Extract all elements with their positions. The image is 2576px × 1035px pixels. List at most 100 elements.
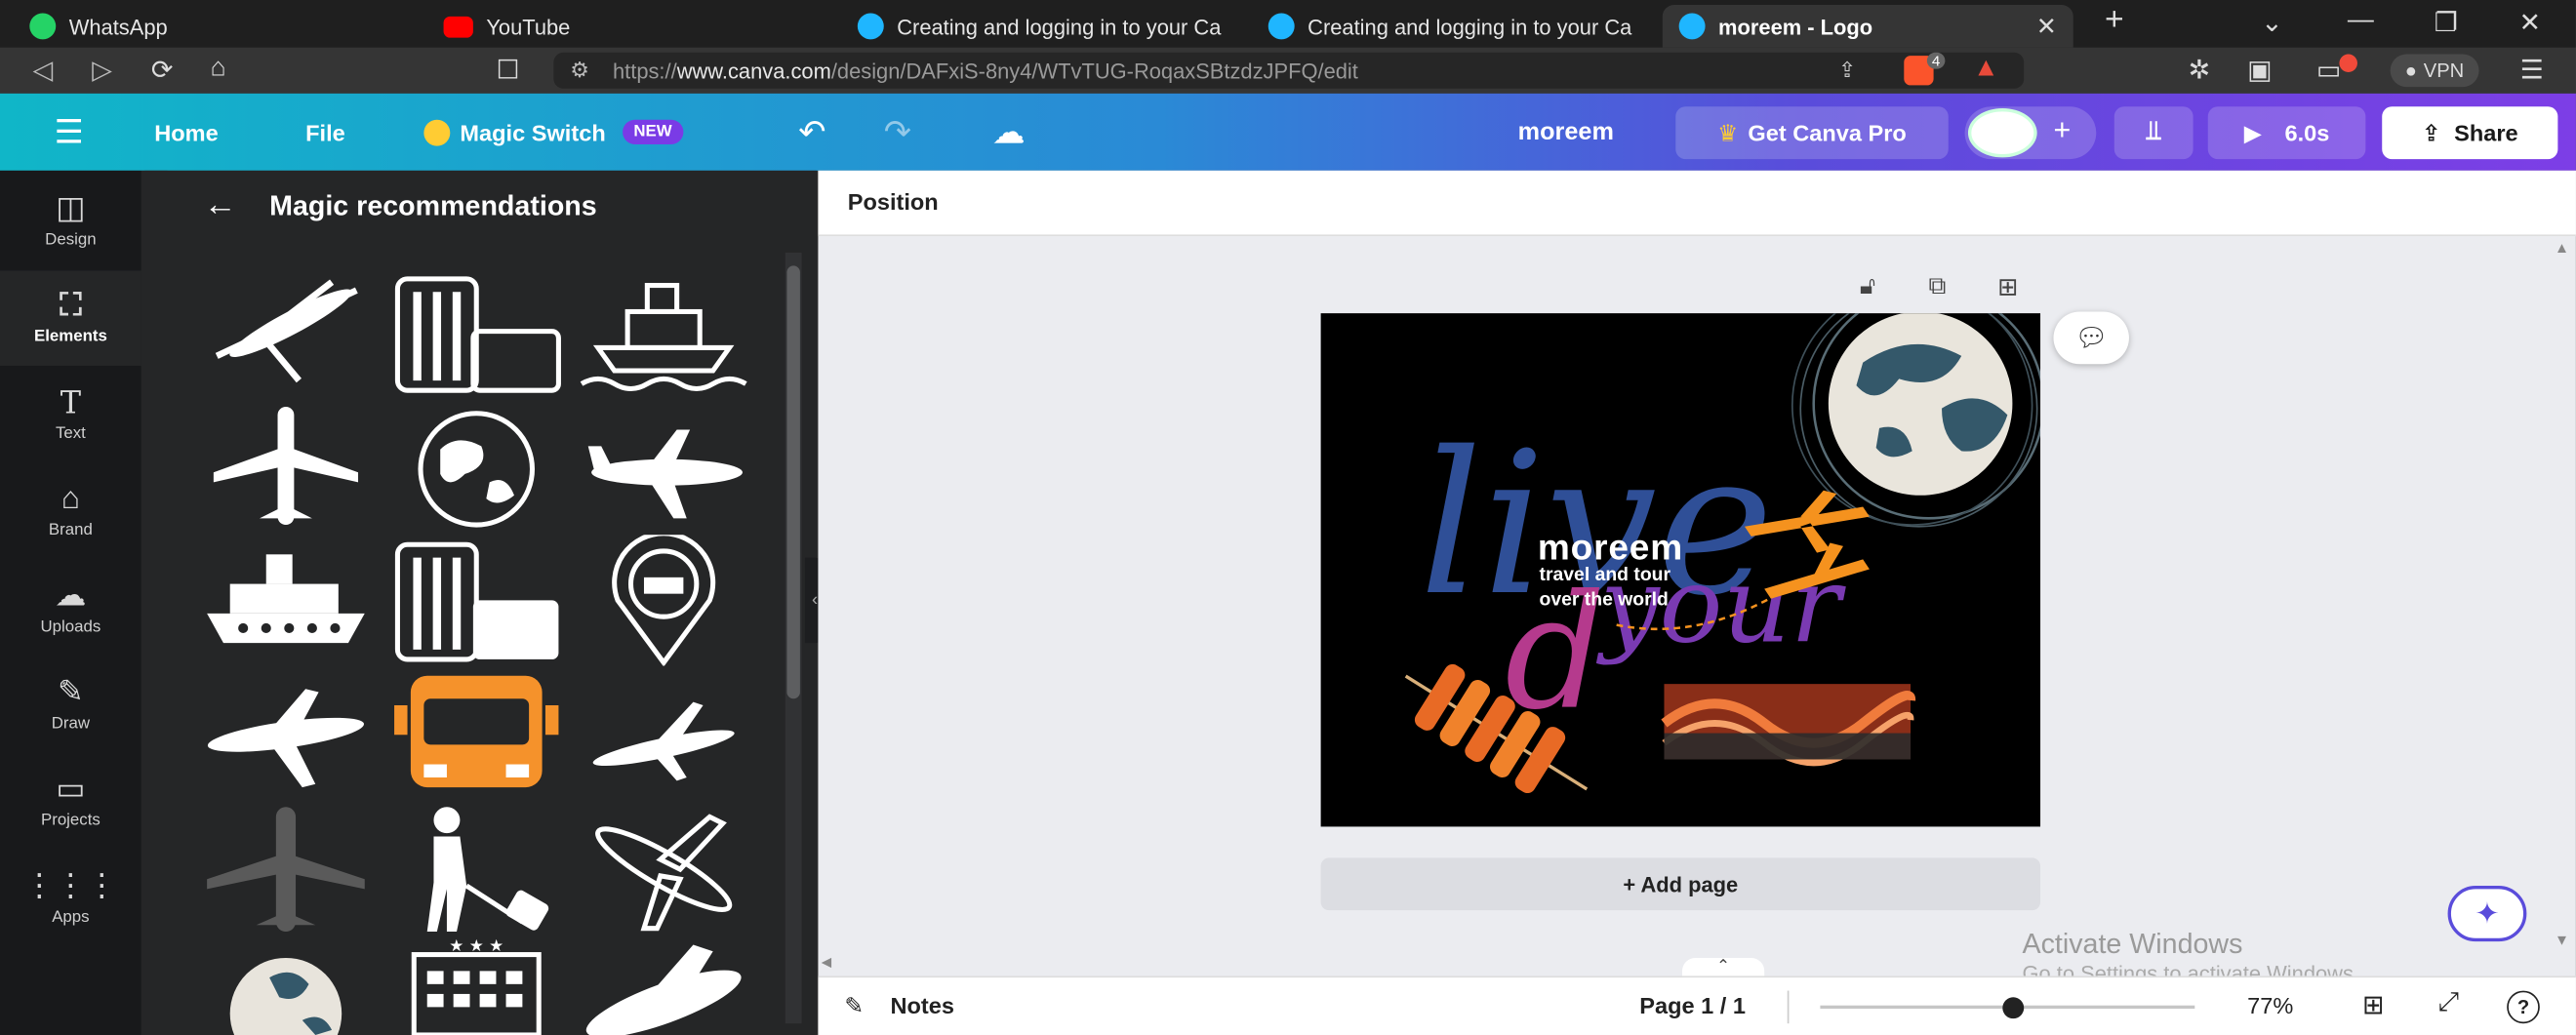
fullscreen-icon[interactable]: ⤢ <box>2437 989 2459 1018</box>
magic-switch-button[interactable]: Magic Switch NEW <box>423 94 684 171</box>
design-tagline-2[interactable]: over the world <box>1540 590 1669 610</box>
avatar[interactable] <box>1967 107 2037 158</box>
element-hotel-building[interactable]: ★ ★ ★ <box>391 938 562 1035</box>
file-menu-button[interactable]: File <box>305 94 345 171</box>
get-canva-pro-button[interactable]: ♛ Get Canva Pro <box>1675 106 1949 160</box>
youtube-icon <box>443 15 473 37</box>
design-icon: ◫ <box>56 191 86 227</box>
rail-item-apps[interactable]: ⋮⋮⋮ Apps <box>0 852 141 947</box>
back-icon[interactable]: ◁ <box>33 54 54 87</box>
home-button[interactable]: Home <box>154 94 219 171</box>
design-name[interactable]: moreem <box>1518 94 1614 171</box>
grid-view-icon[interactable]: ⊞ <box>2362 989 2385 1022</box>
play-icon: ▶ <box>2243 118 2262 145</box>
reload-icon[interactable]: ⟳ <box>151 54 174 87</box>
rail-item-design[interactable]: ◫ Design <box>0 174 141 269</box>
element-jet-airliner[interactable] <box>200 400 371 532</box>
element-luggage[interactable] <box>391 265 562 397</box>
lock-icon[interactable]: 🔓︎ <box>1860 272 1875 300</box>
undo-icon[interactable]: ↶ <box>798 94 825 171</box>
bookmark-icon[interactable]: ☐ <box>496 54 519 87</box>
rail-item-elements[interactable]: ⛶ Elements <box>0 270 141 366</box>
extensions-icon[interactable]: ✲ <box>2189 54 2211 87</box>
workspace-scrollbar[interactable]: ▲ ▼ <box>2550 236 2576 958</box>
element-cruise-ship[interactable] <box>579 265 749 397</box>
page-indicator[interactable]: Page 1 / 1 <box>1639 992 1746 1018</box>
redo-icon[interactable]: ↷ <box>884 94 911 171</box>
insights-icon[interactable]: ⫫ <box>2113 106 2194 160</box>
element-plane-solid[interactable] <box>579 938 749 1035</box>
scroll-left-icon[interactable]: ◀ <box>822 955 831 970</box>
present-button[interactable]: ▶ 6.0s <box>2207 106 2366 160</box>
add-collaborator-icon[interactable]: + <box>2054 113 2072 147</box>
brand-icon: ⌂ <box>60 482 81 517</box>
design-brand-name[interactable]: moreem <box>1538 527 1683 570</box>
get-pro-label: Get Canva Pro <box>1748 119 1907 146</box>
element-suitcases[interactable] <box>391 535 562 666</box>
element-gray-plane[interactable] <box>200 804 371 935</box>
forward-icon[interactable]: ▷ <box>92 54 112 87</box>
new-tab-button[interactable]: + <box>2090 2 2140 40</box>
url-field[interactable]: ⚙ https:// www.canva.com /design/DAFxiS-… <box>553 52 2025 89</box>
element-plane-takeoff[interactable] <box>579 669 749 801</box>
notes-icon[interactable]: ✎ <box>844 992 864 1020</box>
vpn-shield-icon: ● <box>2404 59 2417 83</box>
element-orange-bus[interactable] <box>391 669 562 801</box>
rail-item-brand[interactable]: ⌂ Brand <box>0 464 141 560</box>
design-tagline-1[interactable]: travel and tour <box>1540 566 1671 585</box>
zoom-slider-handle[interactable] <box>2002 997 2025 1019</box>
magic-sparkle-icon[interactable]: ✦ <box>2447 885 2527 942</box>
notes-button[interactable]: Notes <box>891 992 955 1018</box>
rail-item-text[interactable]: T Text <box>0 368 141 463</box>
tab-title: Creating and logging in to your Ca <box>1308 14 1632 39</box>
rail-item-uploads[interactable]: ☁ Uploads <box>0 561 141 657</box>
panel-scrollbar-track[interactable] <box>785 252 802 1024</box>
vpn-button[interactable]: ● VPN <box>2390 54 2479 88</box>
restore-icon[interactable]: ❐ <box>2422 7 2472 40</box>
tab-whatsapp[interactable]: WhatsApp <box>13 5 423 48</box>
close-tab-icon[interactable]: ✕ <box>2036 12 2057 41</box>
zoom-level[interactable]: 77% <box>2247 992 2293 1018</box>
minimize-icon[interactable]: — <box>2336 7 2386 36</box>
cloud-saved-icon[interactable]: ☁ <box>992 94 1026 171</box>
element-ferry[interactable] <box>200 535 371 666</box>
brave-rewards-icon[interactable]: ▲ <box>1973 54 1999 83</box>
sidebar-icon[interactable]: ▣ <box>2247 54 2272 87</box>
add-page-button[interactable]: + Add page <box>1320 857 2041 911</box>
scroll-down-icon[interactable]: ▼ <box>2555 932 2569 948</box>
element-globe-photo[interactable] <box>200 938 371 1035</box>
wallet-icon[interactable]: ▭ <box>2316 54 2341 87</box>
position-button[interactable]: Position <box>848 188 939 215</box>
tab-list-chevron-icon[interactable]: ⌄ <box>2247 7 2297 40</box>
element-hotel-pin[interactable] <box>579 535 749 666</box>
site-settings-icon[interactable]: ⚙ <box>570 58 589 84</box>
tab-canva-help-2[interactable]: Creating and logging in to your Ca <box>1252 5 1660 48</box>
element-jet-plane[interactable] <box>200 669 371 801</box>
tab-canva-help-1[interactable]: Creating and logging in to your Ca <box>841 5 1249 48</box>
back-arrow-icon[interactable]: ← <box>204 187 237 225</box>
tab-youtube[interactable]: YouTube <box>427 5 838 48</box>
element-traveler[interactable] <box>391 804 562 935</box>
element-airplane[interactable] <box>200 265 371 397</box>
tab-moreem-logo[interactable]: moreem - Logo ✕ <box>1662 5 2073 48</box>
duplicate-page-icon[interactable]: ⧉ <box>1929 272 1947 300</box>
home-icon[interactable]: ⌂ <box>211 54 226 83</box>
expand-pages-chevron-icon[interactable]: ⌃ <box>1682 957 1765 978</box>
element-airplane-side[interactable] <box>579 400 749 532</box>
share-page-icon[interactable]: ⇪ <box>1838 58 1856 84</box>
browser-menu-icon[interactable]: ☰ <box>2520 54 2544 87</box>
share-button[interactable]: ⇪ Share <box>2382 106 2558 160</box>
scroll-up-icon[interactable]: ▲ <box>2555 239 2569 256</box>
close-window-icon[interactable]: ✕ <box>2505 7 2555 40</box>
element-plane-outline[interactable] <box>579 804 749 935</box>
rail-item-projects[interactable]: ▭ Projects <box>0 754 141 850</box>
add-page-icon[interactable]: ⊞ <box>1997 272 2018 302</box>
element-globe-plane[interactable] <box>391 400 562 532</box>
panel-scrollbar-thumb[interactable] <box>786 265 800 699</box>
help-button[interactable]: ? <box>2507 990 2540 1024</box>
add-comment-icon[interactable]: 💬︎ <box>2053 311 2129 365</box>
main-menu-icon[interactable]: ☰ <box>55 94 84 171</box>
design-canvas[interactable]: live your d moreem travel and tour over … <box>1320 313 2041 827</box>
rail-item-draw[interactable]: ✎ Draw <box>0 657 141 753</box>
pro-crown-icon: ♛ <box>1717 118 1739 145</box>
